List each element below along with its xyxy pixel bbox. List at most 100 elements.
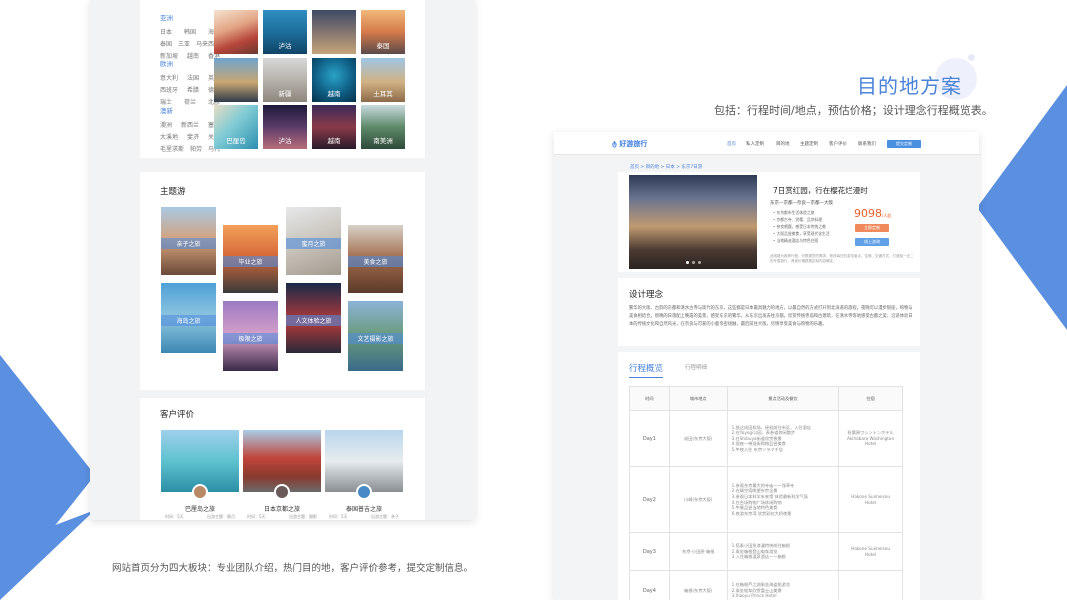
feature-item: • 奈良喂鹿，感受日本传统之美: [773, 224, 826, 229]
theme-label: 文艺摄影之旅: [348, 333, 403, 345]
region-link[interactable]: 斐济: [187, 132, 199, 141]
nav-item[interactable]: 主题定制: [800, 141, 818, 147]
theme-card[interactable]: 亲子之旅: [161, 207, 216, 275]
theme-card[interactable]: 美食之旅: [348, 225, 403, 293]
table-row: Day4 箱根(东京大阪) 1.在箱根芦之湖乘坐海盗船游览 2.乘坐缆车欣赏富士山…: [629, 570, 903, 600]
destination-label: 越南: [327, 137, 341, 145]
theme-card[interactable]: 文艺摄影之旅: [348, 301, 403, 371]
activities-cell: 1.搭乘小田急浪漫特快前往箱根 2.乘坐箱根登山电车游览 3.入住箱根温泉酒店——箱…: [726, 532, 840, 571]
table-row: Day1 成田(东京大阪) 1.抵达成田机场，接机前往市区，入住酒店 2.在Yoy…: [629, 410, 903, 467]
destination-label: 泰国: [376, 42, 390, 50]
nav-item[interactable]: 目的地: [776, 141, 790, 147]
city-cell: 箱根(东京大阪): [668, 570, 728, 600]
destination-thumb[interactable]: 新疆: [263, 58, 307, 102]
custom-now-button[interactable]: 立即定制: [855, 224, 889, 232]
submit-custom-button[interactable]: 提交定制: [887, 140, 921, 148]
region-europe: 欧洲 意大利法国英国 西班牙希腊德国 瑞士荷兰北欧: [160, 58, 220, 109]
theme-card[interactable]: 蜜月之旅: [286, 207, 341, 275]
review-card[interactable]: 巴厘岛之旅 时间：5天 出游主题：蜜月: [161, 430, 239, 519]
review-title: 巴厘岛之旅: [184, 506, 215, 513]
reviews-card: 客户评价 巴厘岛之旅 时间：5天 出游主题：蜜月 日本京都之旅 时间：5天 出游主题…: [140, 398, 425, 520]
region-oceania: 澳新 澳洲新西兰塞班 大溪地斐济关岛 毛里求斯帕劳马代: [160, 105, 220, 156]
region-link[interactable]: 新西兰: [181, 120, 199, 129]
destination-thumb[interactable]: 南美洲: [361, 105, 405, 149]
review-image: [325, 430, 403, 492]
region-link[interactable]: 三亚: [178, 39, 190, 48]
site-logo[interactable]: ტ 好游旅行: [612, 139, 647, 149]
destination-thumb[interactable]: 巴厘岛: [214, 105, 258, 149]
breadcrumb[interactable]: 首页 > 目的地 > 日本 > 东京7日游: [630, 164, 702, 170]
review-title: 日本京都之旅: [263, 506, 300, 513]
review-card[interactable]: 泰国普吉之旅 时间：5天 出游主题：亲子: [325, 430, 403, 519]
region-link[interactable]: 希腊: [187, 85, 199, 94]
carousel-dots[interactable]: [686, 261, 701, 264]
region-link[interactable]: 意大利: [160, 73, 178, 82]
theme-label: 美食之旅: [348, 256, 403, 268]
product-card: 7日赏红园，行在樱花烂漫时 东京—京都—奈良—京都—大阪 • 东京都市生活体验之…: [618, 172, 920, 272]
destination-thumb[interactable]: [214, 58, 258, 102]
nav-item[interactable]: 客户评价: [829, 141, 847, 147]
itinerary-section: 行程概览 行程明细 时间 城市地点 景点活动及餐饮 住宿 Day1 成田(东京大…: [618, 352, 920, 600]
theme-card[interactable]: 人文体验之旅: [286, 283, 341, 353]
region-link[interactable]: 泰国: [160, 39, 172, 48]
day-cell: Day1: [629, 410, 670, 467]
region-link[interactable]: 西班牙: [160, 85, 178, 94]
price-value: 9098: [854, 207, 882, 220]
theme-card[interactable]: 毕业之旅: [223, 225, 278, 293]
destination-thumb[interactable]: 越南: [312, 58, 356, 102]
destination-thumb[interactable]: 泸沽: [263, 10, 307, 54]
region-link[interactable]: 帕劳: [190, 144, 202, 153]
destination-thumb[interactable]: 泸沽: [263, 105, 307, 149]
theme-label: 蜜月之旅: [286, 238, 341, 250]
review-card[interactable]: 日本京都之旅 时间：5天 出游主题：摄影: [243, 430, 321, 519]
destination-thumb[interactable]: [312, 10, 356, 54]
product-image[interactable]: [629, 175, 757, 269]
city-cell: 川崎(东京大阪): [668, 466, 728, 533]
region-link[interactable]: 法国: [187, 73, 199, 82]
product-title: 7日赏红园，行在樱花烂漫时: [773, 186, 868, 195]
destination-thumb[interactable]: [214, 10, 258, 54]
table-header: 住宿: [838, 386, 903, 411]
itinerary-table: 时间 城市地点 景点活动及餐饮 住宿 Day1 成田(东京大阪) 1.抵达成田机…: [629, 386, 903, 600]
review-image: [243, 430, 321, 492]
table-header: 城市地点: [668, 386, 728, 411]
region-link[interactable]: 毛里求斯: [160, 144, 184, 153]
review-meta: 时间：5天: [165, 514, 184, 519]
online-consult-button[interactable]: 线上咨询: [855, 238, 889, 246]
region-link[interactable]: 日本: [160, 27, 172, 36]
theme-label: 海岛之旅: [161, 315, 216, 327]
table-row: Day2 川崎(东京大阪) 1.参观东京最大的寺庙——浅草寺 2.在晴空塔眺望东京…: [629, 466, 903, 533]
avatar: [274, 484, 290, 500]
region-title[interactable]: 亚洲: [160, 12, 220, 22]
destination-thumb[interactable]: 泰国: [361, 10, 405, 54]
destination-thumb[interactable]: 土耳其: [361, 58, 405, 102]
region-link[interactable]: 韩国: [184, 27, 196, 36]
region-link[interactable]: 澳洲: [160, 120, 172, 129]
region-title[interactable]: 欧洲: [160, 58, 220, 68]
city-cell: 成田(东京大阪): [668, 410, 728, 467]
region-link[interactable]: 大溪地: [160, 132, 178, 141]
product-price: 9098/人起: [854, 207, 891, 220]
tab-details[interactable]: 行程明细: [685, 363, 707, 371]
theme-label: 毕业之旅: [223, 256, 278, 268]
destination-label: 泸沽: [278, 137, 292, 145]
product-note: 此线路为推荐行程，可根据您的需求，修改每日的游览景点、住宿、交通方式，打造独一无…: [770, 254, 914, 263]
price-unit: /人起: [882, 213, 892, 218]
nav-item[interactable]: 私人定制: [746, 141, 764, 147]
destination-thumb[interactable]: 越南: [312, 105, 356, 149]
decor-triangle-right: [977, 85, 1067, 330]
theme-label: 亲子之旅: [161, 238, 216, 250]
theme-card[interactable]: 极限之旅: [223, 301, 278, 371]
day-cell: Day3: [629, 532, 670, 571]
tab-overview[interactable]: 行程概览: [629, 362, 664, 378]
review-meta: 出游主题：蜜月: [207, 514, 235, 519]
theme-card[interactable]: 海岛之旅: [161, 283, 216, 353]
hotel-cell: Hakone Suimeisou Hotel: [838, 532, 903, 571]
navbar: ტ 好游旅行 首页 私人定制 目的地 主题定制 客户评价 联系我们 提交定制: [554, 132, 979, 155]
nav-item[interactable]: 联系我们: [858, 141, 876, 147]
table-header: 景点活动及餐饮: [726, 386, 840, 411]
region-title[interactable]: 澳新: [160, 105, 220, 115]
page-heading: 目的地方案: [857, 74, 962, 98]
review-meta: 时间：5天: [329, 514, 348, 519]
nav-item[interactable]: 首页: [727, 141, 736, 147]
